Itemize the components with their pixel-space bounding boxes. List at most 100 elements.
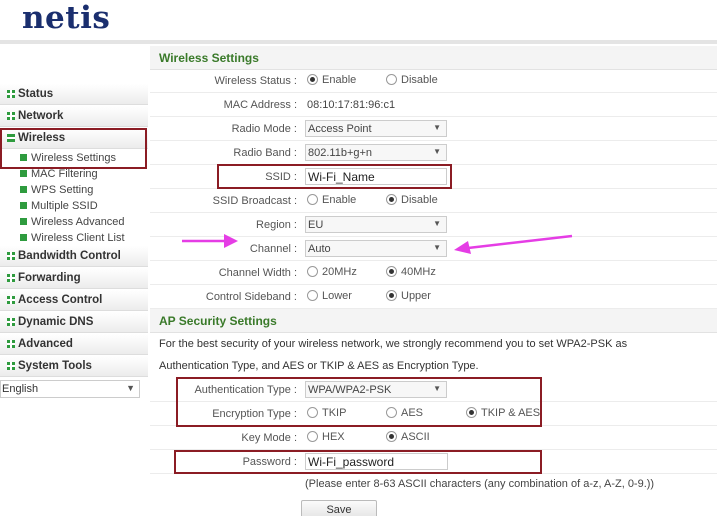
radio-label: Enable: [322, 74, 357, 86]
sidebar-item-dynamic-dns[interactable]: Dynamic DNS: [0, 312, 148, 333]
radio-label: TKIP: [322, 407, 347, 419]
select-value: WPA/WPA2-PSK: [308, 384, 392, 396]
sideband-upper-radio[interactable]: Upper: [386, 290, 431, 302]
minus-square-icon: [7, 134, 15, 142]
sidebar-item-system-tools[interactable]: System Tools: [0, 356, 148, 377]
plus-square-icon: [7, 362, 15, 370]
plus-square-icon: [7, 296, 15, 304]
sideband-lower-radio[interactable]: Lower: [307, 290, 352, 302]
sidebar-item-label: Status: [18, 88, 54, 100]
key-mode-row: Key Mode : HEX ASCII: [150, 426, 717, 450]
sidebar-subitem-wireless-client-list[interactable]: Wireless Client List: [0, 230, 148, 246]
sidebar-item-label: Access Control: [18, 294, 103, 306]
channel-width-row: Channel Width : 20MHz 40MHz: [150, 261, 717, 285]
security-note-line1: For the best security of your wireless n…: [159, 338, 628, 350]
enc-tkip-aes-radio[interactable]: TKIP & AES: [466, 407, 540, 419]
sidebar-subitem-mac-filtering[interactable]: MAC Filtering: [0, 166, 148, 182]
enc-aes-radio[interactable]: AES: [386, 407, 423, 419]
status-disable-radio[interactable]: Disable: [386, 74, 438, 86]
save-button[interactable]: Save: [301, 500, 377, 516]
broadcast-enable-radio[interactable]: Enable: [307, 194, 356, 206]
ssid-row: SSID : Wi-Fi_Name: [150, 165, 717, 189]
bullet-square-icon: [20, 186, 27, 193]
region-select[interactable]: EU ▼: [305, 216, 447, 233]
field-label: Channel Width :: [218, 267, 297, 279]
radio-band-select[interactable]: 802.11b+g+n ▼: [305, 144, 447, 161]
sidebar-item-label: Wireless: [18, 132, 66, 144]
field-label: Wireless Status :: [214, 75, 297, 87]
sidebar-item-label: Network: [18, 110, 64, 122]
password-row: Password : Wi-Fi_password: [150, 450, 717, 474]
radio-label: AES: [401, 407, 424, 419]
sidebar-subitem-wps-setting[interactable]: WPS Setting: [0, 182, 148, 198]
ssid-input[interactable]: Wi-Fi_Name: [305, 168, 447, 185]
sidebar-item-network[interactable]: Network: [0, 106, 148, 127]
netis-logo: netis: [22, 0, 111, 36]
plus-square-icon: [7, 274, 15, 282]
sidebar-item-access-control[interactable]: Access Control: [0, 290, 148, 311]
sidebar-item-status[interactable]: Status: [0, 84, 148, 105]
channel-row: Channel : Auto ▼: [150, 237, 717, 261]
channel-select[interactable]: Auto ▼: [305, 240, 447, 257]
ssid-broadcast-row: SSID Broadcast : Enable Disable: [150, 189, 717, 213]
mac-address-value: 08:10:17:81:96:c1: [307, 99, 396, 111]
width-20mhz-radio[interactable]: 20MHz: [307, 266, 357, 278]
chevron-down-icon: ▼: [433, 147, 441, 156]
input-value: Wi-Fi_password: [308, 455, 395, 469]
radio-label: Upper: [401, 290, 431, 302]
sidebar-subitem-multiple-ssid[interactable]: Multiple SSID: [0, 198, 148, 214]
field-label: Radio Mode :: [231, 123, 297, 135]
key-hex-radio[interactable]: HEX: [307, 431, 345, 443]
auth-type-select[interactable]: WPA/WPA2-PSK ▼: [305, 381, 447, 398]
plus-square-icon: [7, 340, 15, 348]
sidebar-item-wireless[interactable]: Wireless: [0, 128, 148, 149]
field-label: SSID Broadcast :: [212, 195, 297, 207]
sidebar-subitem-wireless-advanced[interactable]: Wireless Advanced: [0, 214, 148, 230]
field-label: Authentication Type :: [194, 384, 297, 396]
field-label: Channel :: [249, 243, 297, 255]
wireless-settings-title: Wireless Settings: [150, 46, 717, 70]
status-enable-radio[interactable]: Enable: [307, 74, 356, 86]
main-content: Wireless Settings Wireless Status : Enab…: [150, 44, 717, 516]
sidebar-subitem-label: Wireless Client List: [31, 232, 125, 244]
sidebar-item-bandwidth-control[interactable]: Bandwidth Control: [0, 246, 148, 267]
radio-icon: [386, 431, 397, 442]
field-label: Encryption Type :: [212, 408, 297, 420]
select-value: Access Point: [308, 123, 372, 135]
sidebar-item-label: Advanced: [18, 338, 73, 350]
field-label: Region :: [256, 219, 297, 231]
sidebar-item-label: System Tools: [18, 360, 92, 372]
field-label: MAC Address :: [223, 99, 297, 111]
language-select[interactable]: English ▼: [0, 380, 140, 398]
radio-label: 20MHz: [322, 266, 357, 278]
sidebar-subitem-wireless-settings[interactable]: Wireless Settings: [0, 150, 148, 166]
key-ascii-radio[interactable]: ASCII: [386, 431, 430, 443]
width-40mhz-radio[interactable]: 40MHz: [386, 266, 436, 278]
encryption-type-row: Encryption Type : TKIP AES TKIP & AES: [150, 402, 717, 426]
sidebar-item-advanced[interactable]: Advanced: [0, 334, 148, 355]
radio-icon: [386, 266, 397, 277]
field-label: Control Sideband :: [205, 291, 297, 303]
select-value: 802.11b+g+n: [308, 147, 373, 159]
radio-icon: [386, 407, 397, 418]
enc-tkip-radio[interactable]: TKIP: [307, 407, 346, 419]
sidebar-item-forwarding[interactable]: Forwarding: [0, 268, 148, 289]
section-title-text: AP Security Settings: [159, 314, 277, 328]
radio-band-row: Radio Band : 802.11b+g+n ▼: [150, 141, 717, 165]
chevron-down-icon: ▼: [433, 219, 441, 228]
field-label: Radio Band :: [233, 147, 297, 159]
radio-icon: [386, 290, 397, 301]
radio-label: 40MHz: [401, 266, 436, 278]
bullet-square-icon: [20, 218, 27, 225]
field-label: SSID :: [265, 171, 297, 183]
bullet-square-icon: [20, 202, 27, 209]
broadcast-disable-radio[interactable]: Disable: [386, 194, 438, 206]
radio-label: ASCII: [401, 431, 430, 443]
password-hint: (Please enter 8-63 ASCII characters (any…: [305, 478, 655, 490]
radio-mode-select[interactable]: Access Point ▼: [305, 120, 447, 137]
header: netis: [0, 0, 717, 44]
sidebar-item-label: Bandwidth Control: [18, 250, 121, 262]
sidebar-item-label: Forwarding: [18, 272, 81, 284]
password-input[interactable]: Wi-Fi_password: [305, 453, 448, 470]
sidebar-subitem-label: Wireless Settings: [31, 152, 116, 164]
